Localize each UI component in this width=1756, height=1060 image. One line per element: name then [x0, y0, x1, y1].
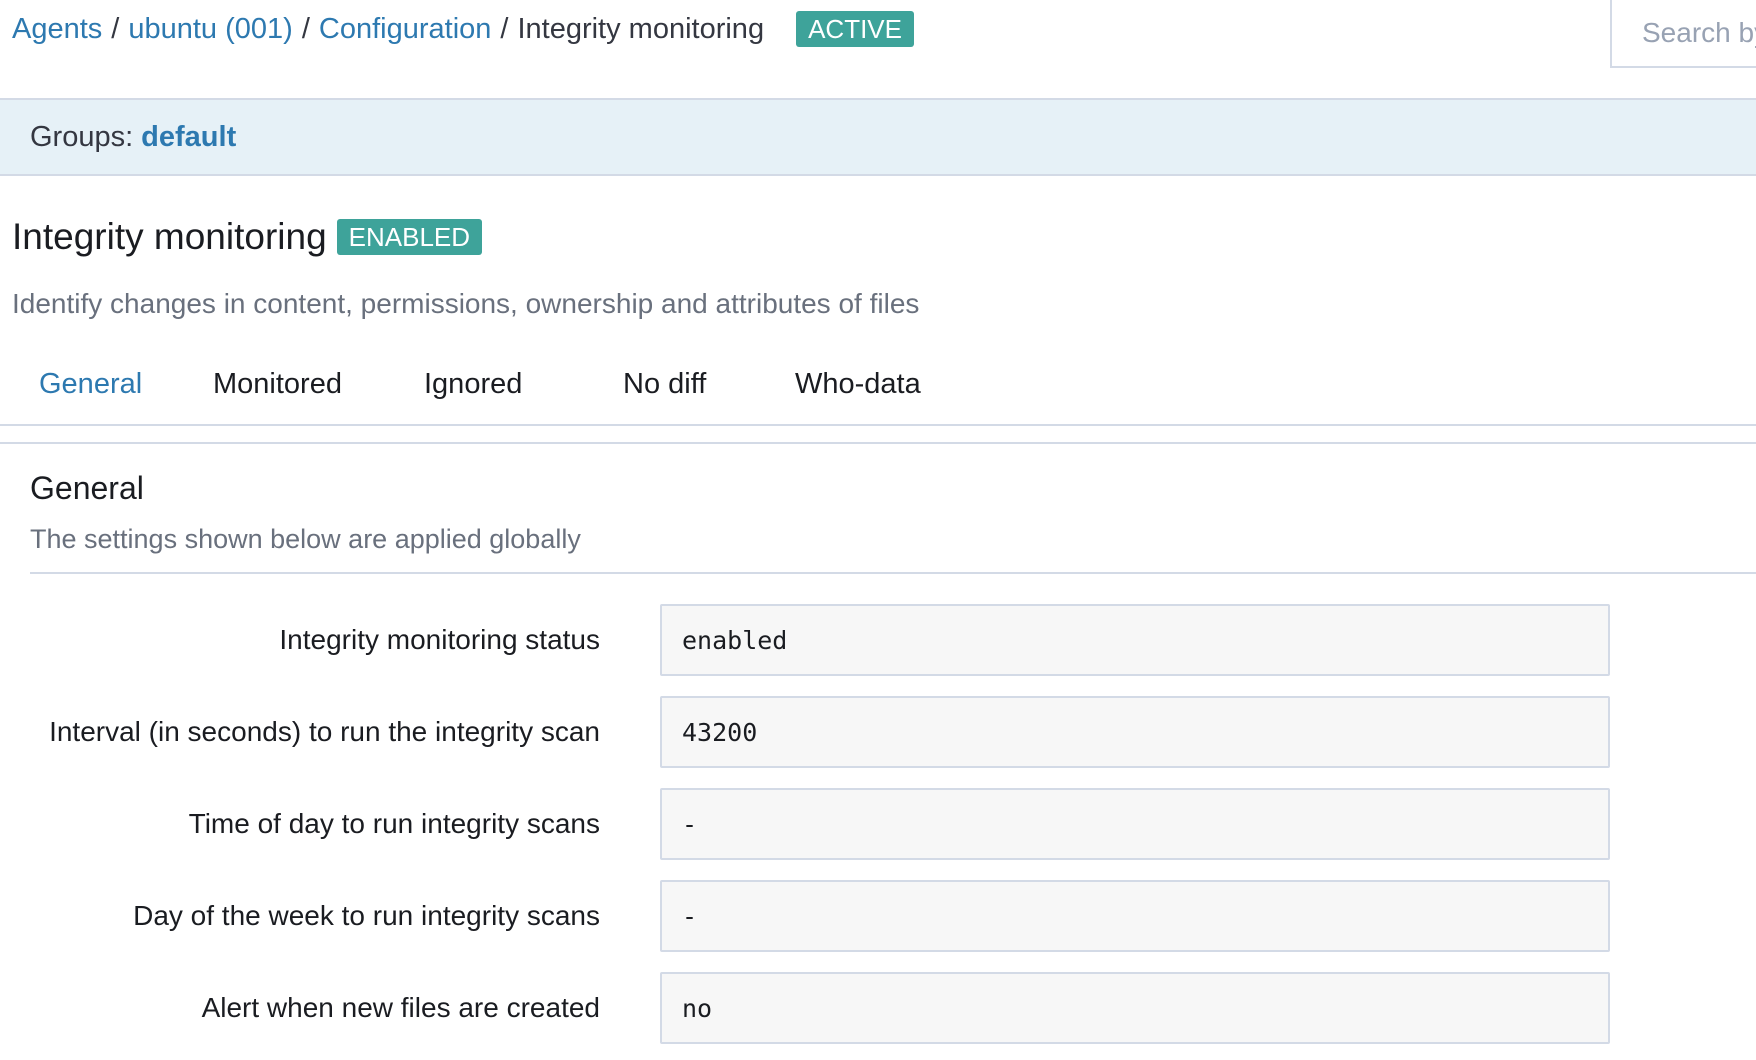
- field-label: Day of the week to run integrity scans: [133, 900, 600, 931]
- tab-bar: General Monitored Ignored No diff Who-da…: [0, 360, 1756, 426]
- field-label: Interval (in seconds) to run the integri…: [49, 716, 600, 747]
- field-label: Alert when new files are created: [201, 992, 600, 1023]
- section-description: Identify changes in content, permissions…: [12, 288, 920, 319]
- tab-general[interactable]: General: [39, 368, 142, 401]
- breadcrumb-agents-link[interactable]: Agents: [12, 13, 102, 46]
- breadcrumb-current: Integrity monitoring: [517, 12, 765, 45]
- field-row-status: Integrity monitoring status enabled: [0, 604, 1756, 676]
- groups-label: Groups:: [30, 120, 134, 153]
- search-box[interactable]: [1610, 0, 1756, 68]
- breadcrumb: Agents / ubuntu (001) / Configuration / …: [12, 8, 914, 50]
- time-of-day-value-field[interactable]: -: [660, 788, 1610, 860]
- tab-ignored[interactable]: Ignored: [424, 368, 522, 401]
- panel-title: General: [30, 470, 144, 506]
- alert-new-files-value-field[interactable]: no: [660, 972, 1610, 1044]
- interval-value-field[interactable]: 43200: [660, 696, 1610, 768]
- agent-status-badge: ACTIVE: [796, 11, 914, 47]
- field-row-time-of-day: Time of day to run integrity scans -: [0, 788, 1756, 860]
- search-input[interactable]: [1642, 17, 1756, 49]
- field-row-day-of-week: Day of the week to run integrity scans -: [0, 880, 1756, 952]
- divider: [0, 442, 1756, 444]
- field-label: Integrity monitoring status: [279, 624, 600, 655]
- top-bar: Agents / ubuntu (001) / Configuration / …: [0, 0, 1756, 100]
- tab-monitored[interactable]: Monitored: [213, 368, 342, 401]
- breadcrumb-agent-link[interactable]: ubuntu (001): [128, 13, 292, 46]
- breadcrumb-separator: /: [301, 12, 310, 45]
- group-default-link[interactable]: default: [141, 121, 236, 154]
- enabled-badge: ENABLED: [336, 219, 483, 255]
- breadcrumb-separator: /: [500, 12, 509, 45]
- status-value-field[interactable]: enabled: [660, 604, 1610, 676]
- tab-who-data[interactable]: Who-data: [795, 368, 921, 401]
- day-of-week-value-field[interactable]: -: [660, 880, 1610, 952]
- groups-bar: Groups: default: [0, 100, 1756, 176]
- divider: [30, 572, 1756, 574]
- section-title: Integrity monitoring: [12, 216, 327, 257]
- field-row-interval: Interval (in seconds) to run the integri…: [0, 696, 1756, 768]
- breadcrumb-separator: /: [111, 12, 120, 45]
- panel-description: The settings shown below are applied glo…: [30, 524, 581, 554]
- section-header: Integrity monitoring ENABLED: [12, 216, 483, 258]
- field-row-alert-new-files: Alert when new files are created no: [0, 972, 1756, 1044]
- breadcrumb-configuration-link[interactable]: Configuration: [319, 13, 492, 46]
- field-label: Time of day to run integrity scans: [188, 808, 600, 839]
- tab-no-diff[interactable]: No diff: [623, 368, 706, 401]
